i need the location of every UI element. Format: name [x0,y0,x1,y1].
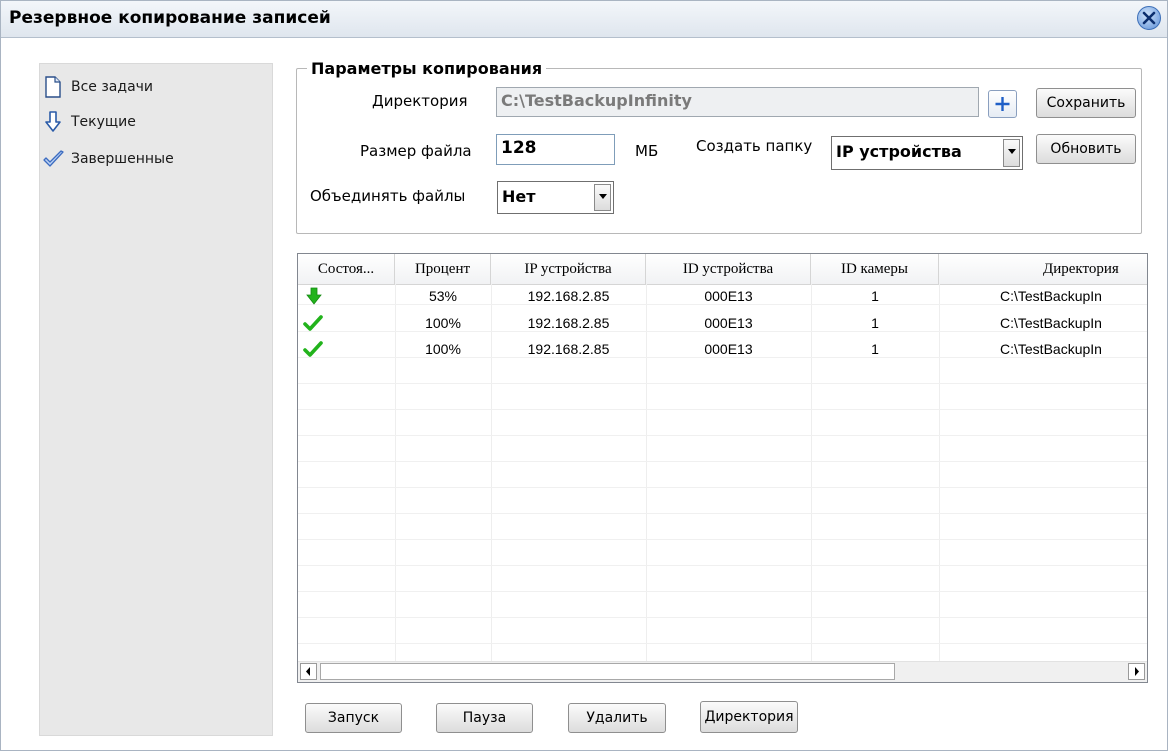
row-directory: C:\TestBackupIn [1000,315,1102,331]
arrow-left-icon [306,667,310,676]
arrow-right-icon [1135,667,1139,676]
sidebar-item-label: Текущие [71,114,136,130]
sidebar-item-label: Завершенные [71,151,174,167]
table-row[interactable]: 100% 192.168.2.85 000E13 1 C:\TestBackup… [298,314,1147,332]
row-ip: 192.168.2.85 [527,315,610,331]
table-row-empty [298,366,1147,384]
column-header-ip[interactable]: IP устройства [491,254,646,284]
column-header-directory[interactable]: Директория [939,254,1147,284]
row-ip: 192.168.2.85 [527,288,610,304]
row-camera-id: 1 [871,315,879,331]
checkmark-icon [41,147,65,171]
horizontal-scrollbar[interactable] [298,661,1147,682]
sidebar-item-completed[interactable]: Завершенные [41,147,174,171]
column-header-status[interactable]: Состоя... [298,254,395,284]
row-directory: C:\TestBackupIn [1000,341,1102,357]
plus-icon [995,97,1010,111]
pause-button[interactable]: Пауза [436,703,533,733]
row-directory: C:\TestBackupIn [1000,288,1102,304]
refresh-button[interactable]: Обновить [1036,134,1136,164]
directory-button[interactable]: Директория [700,701,798,733]
row-percent: 53% [428,288,458,304]
sidebar-item-label: Все задачи [71,79,154,95]
directory-field[interactable]: C:\TestBackupInfinity [496,87,979,117]
create-folder-value: IP устройства [836,142,962,161]
chevron-down-icon[interactable] [1003,139,1020,167]
merge-files-label: Объединять файлы [310,187,466,205]
column-header-device-id[interactable]: ID устройства [646,254,811,284]
add-directory-button[interactable] [988,90,1017,118]
table-row[interactable]: 53% 192.168.2.85 000E13 1 C:\TestBackupI… [298,287,1147,305]
done-status-icon [302,314,324,332]
row-percent: 100% [425,315,461,331]
table-header: Состоя... Процент IP устройства ID устро… [298,254,1147,285]
table-row-empty [298,470,1147,488]
create-folder-label: Создать папку [696,137,813,155]
table-row-empty [298,574,1147,592]
download-status-icon [304,287,324,305]
table-row[interactable]: 100% 192.168.2.85 000E13 1 C:\TestBackup… [298,340,1147,358]
row-device-id: 000E13 [704,288,753,304]
table-row-empty [298,496,1147,514]
row-camera-id: 1 [871,341,879,357]
save-button[interactable]: Сохранить [1036,88,1136,118]
table-row-empty [298,548,1147,566]
create-folder-select[interactable]: IP устройства [831,136,1023,170]
directory-label: Директория [372,92,468,110]
arrow-down-icon [41,110,65,134]
filesize-label: Размер файла [360,142,472,160]
copy-parameters-legend: Параметры копирования [311,59,543,78]
backup-window: Резервное копирование записей Все задачи… [0,0,1168,751]
chevron-down-icon[interactable] [594,184,611,211]
merge-files-select[interactable]: Нет [497,181,614,214]
table-row-empty [298,418,1147,436]
window-title: Резервное копирование записей [9,8,331,28]
title-bar: Резервное копирование записей [1,1,1167,38]
close-button[interactable] [1137,6,1161,30]
table-row-empty [298,522,1147,540]
table-row-empty [298,392,1147,410]
merge-files-value: Нет [502,187,536,206]
column-header-directory-label: Директория [1043,261,1119,277]
table-row-empty [298,600,1147,618]
close-icon [1142,11,1156,25]
scroll-right-button[interactable] [1128,663,1145,680]
table-row-empty [298,444,1147,462]
filesize-unit: МБ [635,142,659,160]
row-device-id: 000E13 [704,341,753,357]
column-header-percent[interactable]: Процент [395,254,491,284]
column-header-camera-id[interactable]: ID камеры [811,254,939,284]
scroll-left-button[interactable] [300,663,317,680]
document-icon [41,75,65,99]
sidebar-item-all-tasks[interactable]: Все задачи [41,75,153,99]
row-percent: 100% [425,341,461,357]
sidebar-item-current[interactable]: Текущие [41,110,136,134]
table-row-empty [298,626,1147,644]
start-button[interactable]: Запуск [305,703,402,733]
row-ip: 192.168.2.85 [527,341,610,357]
done-status-icon [302,340,324,358]
filesize-input[interactable]: 128 [496,134,615,165]
row-camera-id: 1 [871,288,879,304]
scrollbar-thumb[interactable] [320,663,895,680]
tasks-table: Состоя... Процент IP устройства ID устро… [297,253,1148,683]
delete-button[interactable]: Удалить [568,703,666,733]
row-device-id: 000E13 [704,315,753,331]
